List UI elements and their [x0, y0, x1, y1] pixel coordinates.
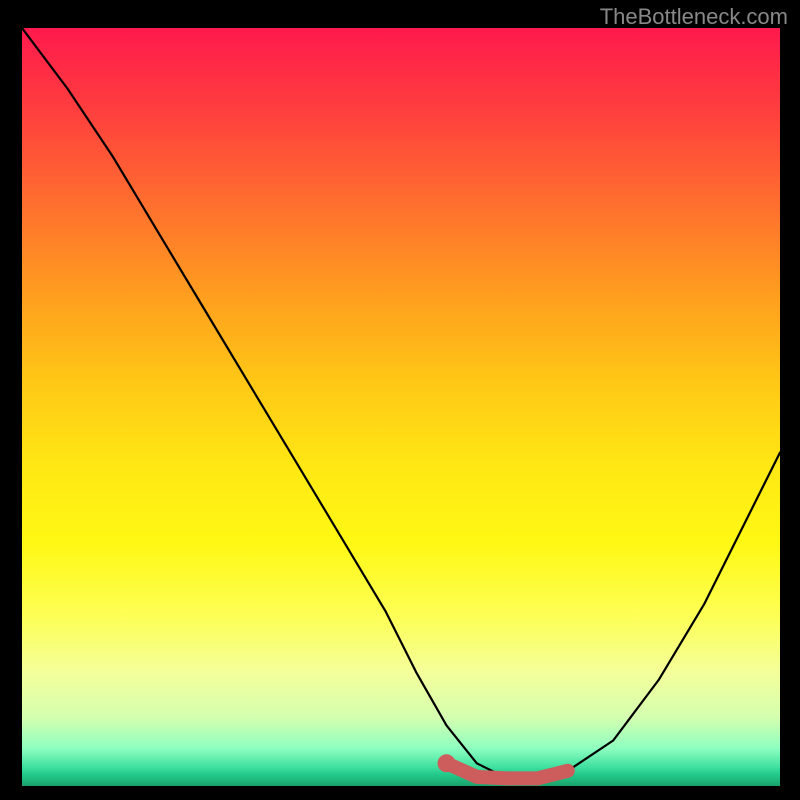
- highlight-start-dot: [438, 754, 456, 772]
- chart-svg: [22, 28, 780, 786]
- watermark-text: TheBottleneck.com: [600, 4, 788, 30]
- chart-area: [22, 28, 780, 786]
- main-curve: [22, 28, 780, 778]
- highlight-segment: [447, 763, 568, 778]
